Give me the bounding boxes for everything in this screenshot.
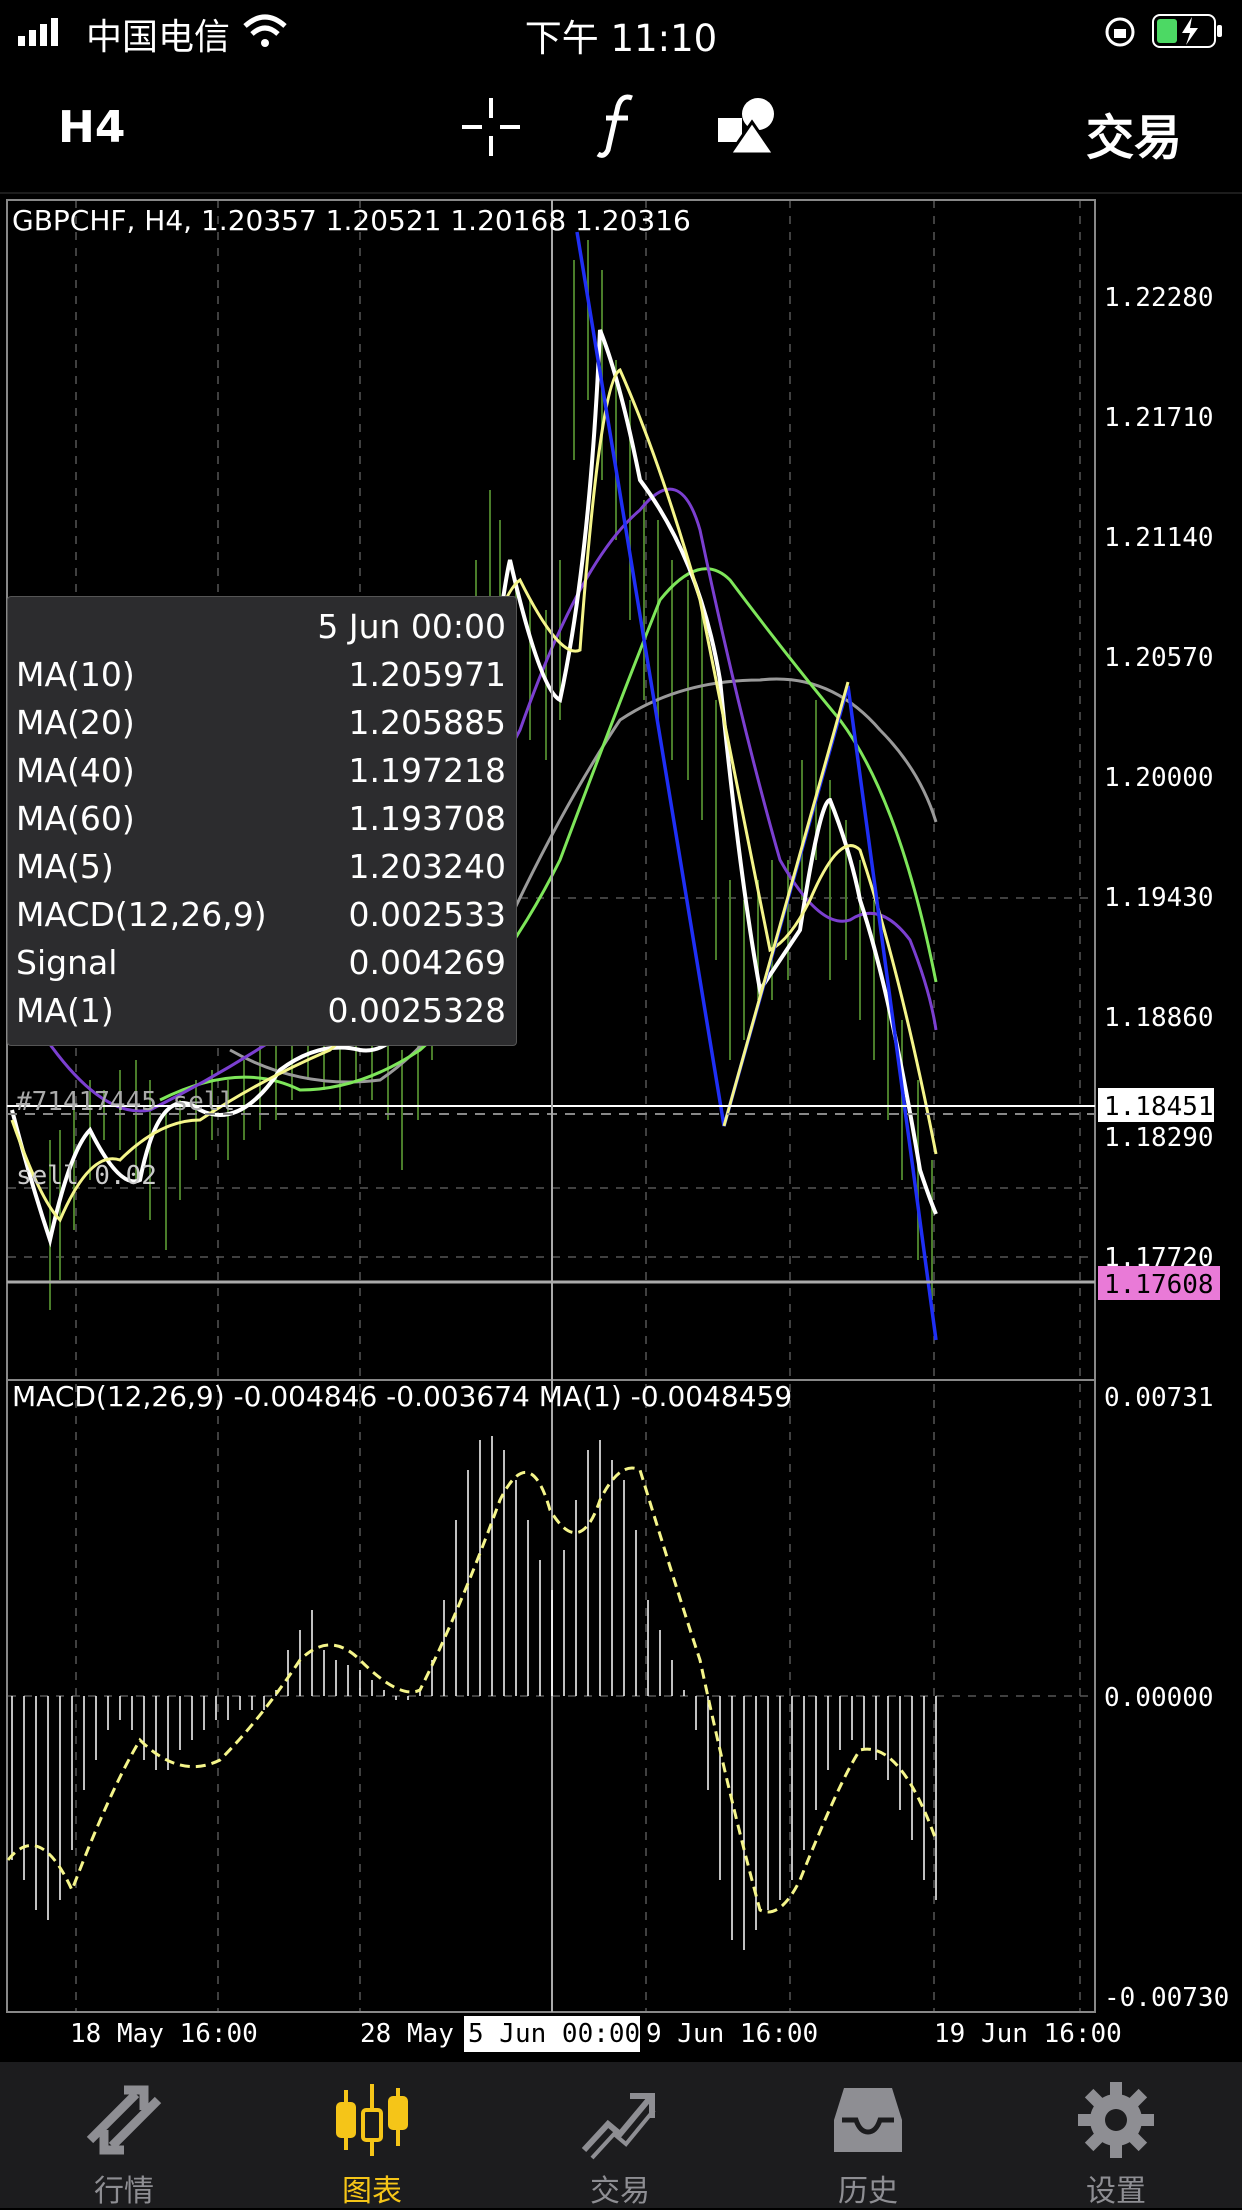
- tooltip-row: MA(20) 1.205885: [8, 703, 506, 751]
- tooltip-value: 0.002533: [348, 895, 506, 934]
- price-tick: 1.20570: [1104, 643, 1214, 673]
- price-tick: 1.19430: [1104, 883, 1214, 913]
- price-chart[interactable]: GBPCHF, H4, 1.20357 1.20521 1.20168 1.20…: [0, 192, 1242, 2062]
- timeframe-button[interactable]: H4: [58, 102, 125, 153]
- tooltip-key: MA(10): [16, 655, 135, 694]
- status-bar: 中国电信 下午 11:10: [0, 0, 1242, 62]
- price-tick: 1.22280: [1104, 283, 1214, 313]
- data-window-tooltip: 5 Jun 00:00 MA(10) 1.205971 MA(20) 1.20588…: [7, 596, 517, 1046]
- quotes-icon: [86, 2085, 162, 2155]
- price-tick: 1.20000: [1104, 763, 1214, 793]
- time-tick: 9 Jun 16:00: [646, 2019, 818, 2049]
- battery-icon: [1152, 14, 1222, 48]
- bid-price-tag-text: 1.17608: [1104, 1270, 1214, 1300]
- tooltip-row: MA(10) 1.205971: [8, 655, 506, 703]
- chart-symbol-header: GBPCHF, H4, 1.20357 1.20521 1.20168 1.20…: [12, 204, 691, 237]
- tab-quotes[interactable]: 行情: [0, 2062, 248, 2209]
- tooltip-key: MA(60): [16, 799, 135, 838]
- tab-label: 设置: [1086, 2174, 1146, 2209]
- tooltip-key: MACD(12,26,9): [16, 895, 267, 934]
- macd-signal-line: [6, 1466, 938, 1914]
- rotation-lock-icon: [1105, 17, 1135, 47]
- tooltip-key: MA(20): [16, 703, 135, 742]
- macd-header: MACD(12,26,9) -0.004846 -0.003674 MA(1) …: [12, 1380, 792, 1413]
- macd-axis: 0.00731 0.00000 -0.00730: [1104, 1383, 1229, 2013]
- price-tick: 1.18860: [1104, 1003, 1214, 1033]
- order-volume-label: sell 0.02: [16, 1161, 157, 1191]
- tooltip-row: Signal 0.004269: [8, 943, 506, 991]
- price-tick: 1.21710: [1104, 403, 1214, 433]
- status-time: 下午 11:10: [524, 17, 718, 60]
- tooltip-date: 5 Jun 00:00: [317, 607, 506, 646]
- macd-histogram: [11, 1436, 937, 1950]
- tooltip-row: MA(40) 1.197218: [8, 751, 506, 799]
- tooltip-date-row: 5 Jun 00:00: [8, 607, 506, 655]
- settings-icon: [1078, 2082, 1154, 2158]
- tooltip-row: MA(60) 1.193708: [8, 799, 506, 847]
- history-icon: [834, 2088, 902, 2152]
- tab-settings[interactable]: 设置: [992, 2062, 1240, 2209]
- price-tick: 1.18290: [1104, 1123, 1214, 1153]
- time-tick: 19 Jun 16:00: [934, 2019, 1122, 2049]
- trade-button[interactable]: 交易: [1086, 98, 1182, 168]
- macd-tick: 0.00731: [1104, 1383, 1214, 1413]
- tooltip-value: 1.193708: [348, 799, 506, 838]
- crosshair-time-text: 5 Jun 00:00: [468, 2019, 640, 2049]
- tooltip-value: 0.0025328: [327, 991, 506, 1030]
- tab-label: 行情: [94, 2174, 154, 2209]
- trade-icon: [581, 2093, 656, 2160]
- tooltip-value: 1.203240: [348, 847, 506, 886]
- current-price-tag-text: 1.18451: [1104, 1092, 1214, 1122]
- tooltip-row: MACD(12,26,9) 0.002533: [8, 895, 506, 943]
- objects-icon[interactable]: [716, 92, 782, 158]
- price-tick: 1.21140: [1104, 523, 1214, 553]
- order-label: #71417445 sell: [16, 1087, 235, 1117]
- tab-label: 历史: [838, 2174, 898, 2209]
- tooltip-key: MA(40): [16, 751, 135, 790]
- chart-icon: [336, 2084, 408, 2156]
- tooltip-key: MA(5): [16, 847, 114, 886]
- price-axis: 1.22280 1.21710 1.21140 1.20570 1.20000 …: [1104, 283, 1214, 1273]
- macd-tick: 0.00000: [1104, 1683, 1214, 1713]
- indicators-icon[interactable]: [596, 92, 640, 158]
- tab-label: 图表: [342, 2174, 402, 2209]
- tooltip-value: 1.205885: [348, 703, 506, 742]
- tooltip-row: MA(5) 1.203240: [8, 847, 506, 895]
- chart-toolbar: H4 交易: [0, 62, 1242, 194]
- crosshair-icon[interactable]: [460, 96, 522, 158]
- tooltip-row: MA(1) 0.0025328: [8, 991, 506, 1039]
- tab-chart[interactable]: 图表: [248, 2062, 496, 2209]
- macd-tick: -0.00730: [1104, 1983, 1229, 2013]
- tooltip-key: Signal: [16, 943, 118, 982]
- tooltip-value: 1.197218: [348, 751, 506, 790]
- time-tick: 28 May: [360, 2019, 454, 2049]
- tab-trade[interactable]: 交易: [496, 2062, 744, 2209]
- tab-history[interactable]: 历史: [744, 2062, 992, 2209]
- tooltip-value: 1.205971: [348, 655, 506, 694]
- tab-label: 交易: [590, 2174, 650, 2209]
- time-tick: 18 May 16:00: [70, 2019, 258, 2049]
- tooltip-value: 0.004269: [348, 943, 506, 982]
- bottom-tab-bar: 行情 图表 交易 历史 设置: [0, 2062, 1242, 2209]
- tooltip-key: MA(1): [16, 991, 114, 1030]
